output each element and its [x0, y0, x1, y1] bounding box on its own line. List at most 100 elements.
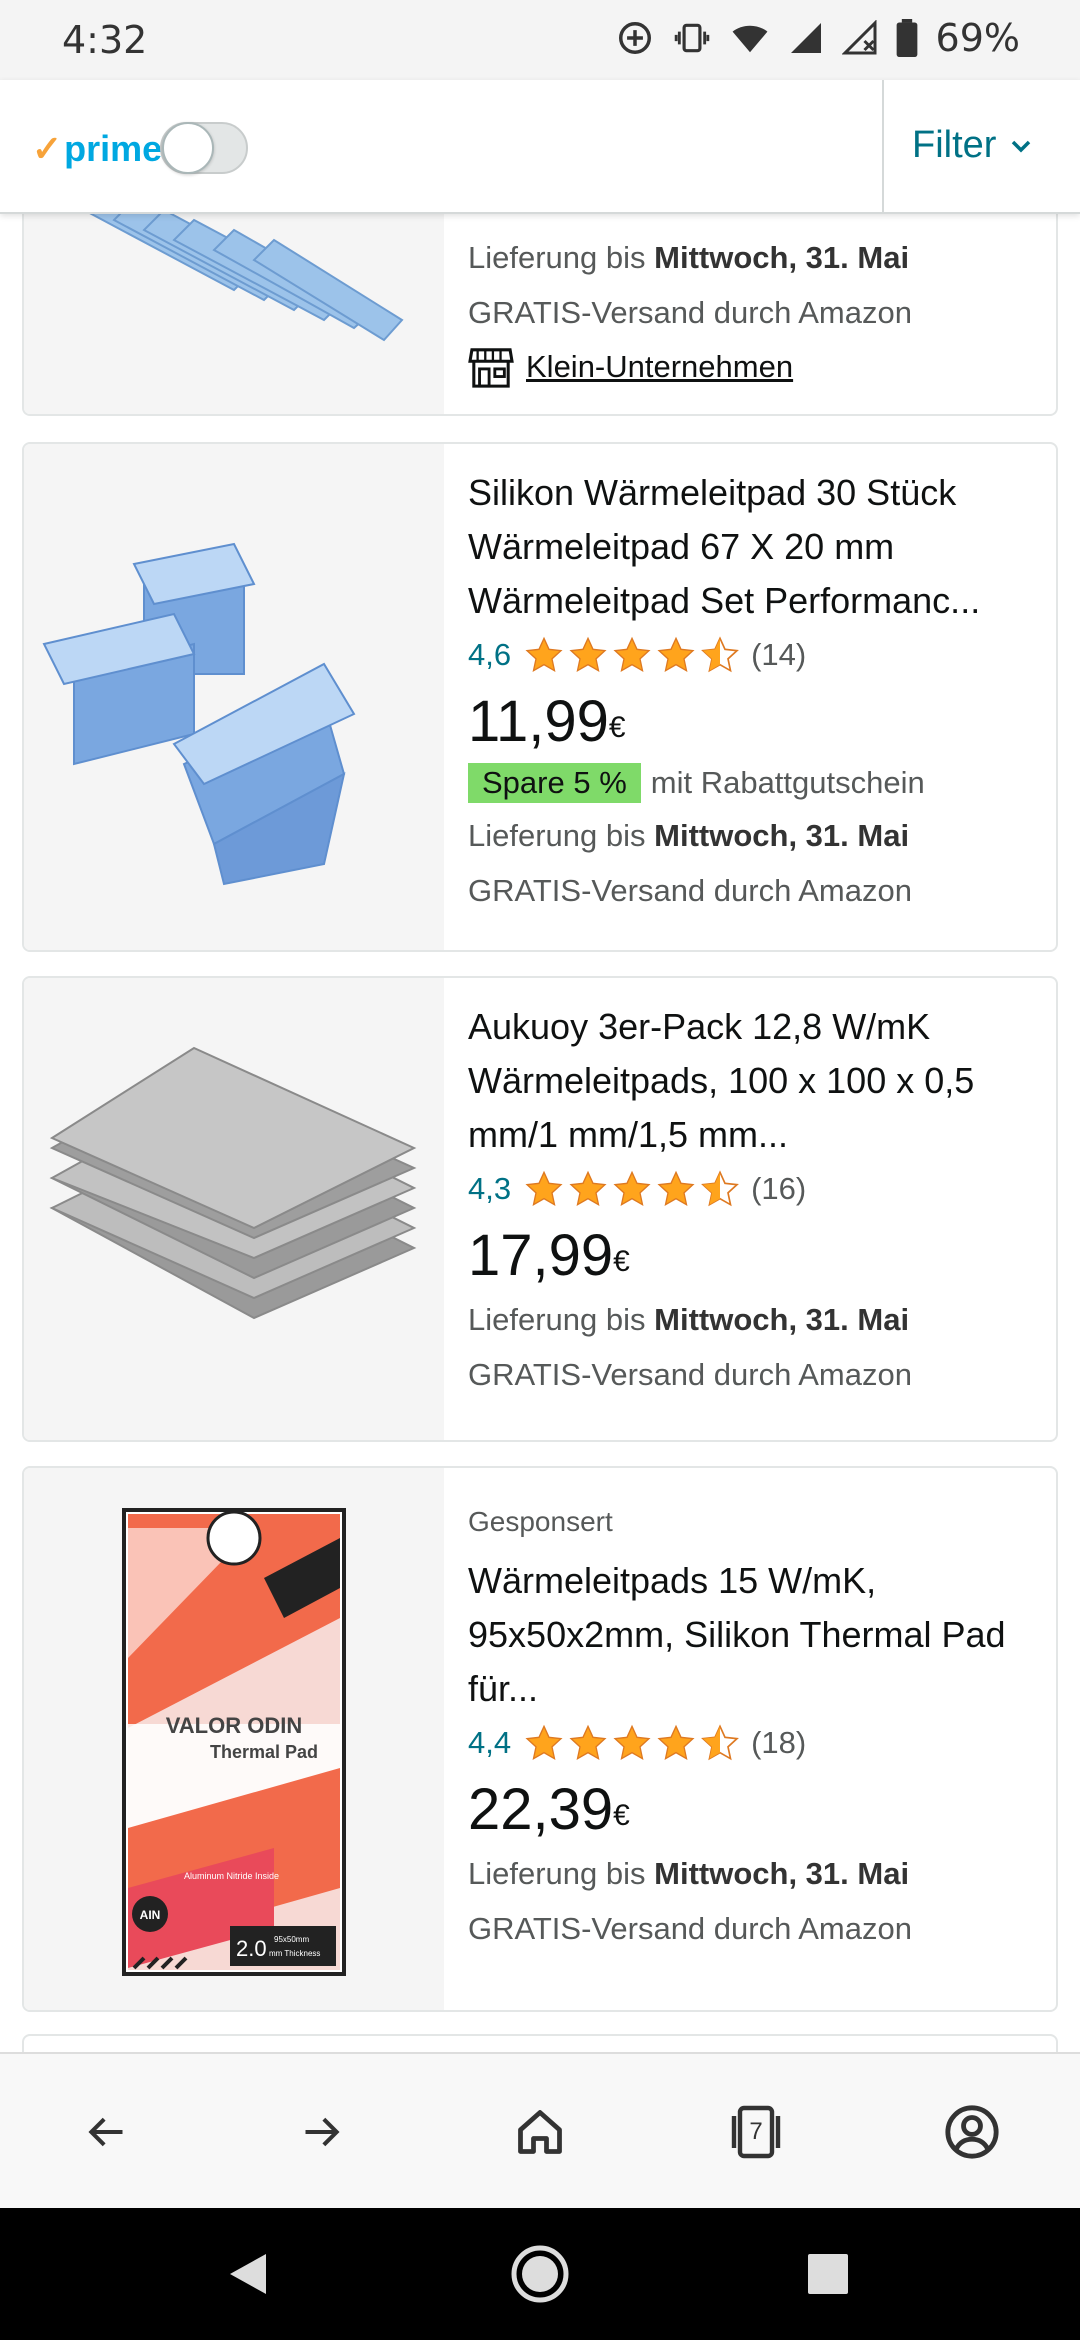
price: 22,39€ [468, 1774, 1036, 1846]
prime-logo: ✓ prime [32, 128, 162, 170]
back-arrow-icon [88, 2117, 123, 2147]
android-nav-bar [0, 2208, 1080, 2340]
review-count: (16) [751, 1171, 807, 1206]
review-count: (14) [751, 637, 807, 672]
star-full-icon [525, 1170, 563, 1206]
signal-no-data-icon [841, 20, 877, 55]
home-button[interactable] [508, 2100, 572, 2164]
browser-toolbar: 7 [0, 2052, 1080, 2208]
review-count: (18) [751, 1725, 807, 1760]
coupon-badge: Spare 5 % [468, 763, 641, 803]
shipping-text: GRATIS-Versand durch Amazon [468, 295, 912, 330]
star-full-icon [657, 1724, 695, 1760]
star-rating [523, 1723, 741, 1763]
rating-value: 4,6 [468, 637, 512, 672]
data-saver-icon [618, 22, 651, 54]
rating-row[interactable]: 4,6 (14) [468, 630, 1036, 680]
tab-count: 7 [749, 2118, 763, 2145]
star-full-icon [613, 636, 651, 672]
forward-button[interactable] [290, 2100, 354, 2164]
star-full-icon [525, 1724, 563, 1760]
star-half-icon [701, 1170, 740, 1207]
star-full-icon [525, 636, 563, 672]
star-full-icon [613, 1170, 651, 1206]
image-size-text: 95x50mm [274, 1935, 309, 1944]
image-brand-text: VALOR ODIN [166, 1713, 302, 1738]
price-amount: 22,39 [468, 1777, 614, 1842]
star-full-icon [569, 1170, 607, 1206]
star-rating [523, 635, 741, 675]
account-button[interactable] [940, 2100, 1004, 2164]
toggle-knob [162, 122, 214, 174]
divider [882, 80, 884, 212]
star-full-icon [657, 1170, 695, 1206]
filter-bar: ✓ prime Filter [0, 80, 1080, 214]
delivery-text: Lieferung bis Mittwoch, 31. Mai [468, 1856, 910, 1891]
back-triangle-icon[interactable] [226, 2250, 270, 2298]
prime-check-icon: ✓ [32, 128, 63, 169]
coupon-text: mit Rabattgutschein [650, 765, 925, 800]
tabs-button[interactable]: 7 [724, 2100, 788, 2164]
rating-row[interactable]: 4,4 (18) [468, 1718, 1036, 1768]
prime-toggle[interactable] [160, 122, 248, 174]
delivery-text: Lieferung bis Mittwoch, 31. Mai [468, 240, 910, 275]
filter-button[interactable]: Filter [912, 124, 1032, 167]
shipping-text: GRATIS-Versand durch Amazon [468, 873, 912, 908]
battery-icon [896, 19, 917, 57]
delivery-date: Mittwoch, 31. Mai [654, 1856, 910, 1891]
small-business-label: Klein-Unternehmen [526, 349, 794, 384]
sponsored-label[interactable]: Gesponsert [468, 1502, 1036, 1542]
image-thickness-text: 2.0 [236, 1936, 267, 1961]
signal-icon [790, 23, 821, 53]
small-business-link[interactable]: Klein-Unternehmen [468, 340, 1036, 394]
rating-row[interactable]: 4,3 (16) [468, 1164, 1036, 1214]
product-image[interactable] [24, 978, 444, 1440]
battery-percent: 69% [935, 16, 1020, 60]
price: 11,99€ [468, 686, 1036, 758]
price-currency: € [613, 1245, 630, 1278]
star-full-icon [569, 636, 607, 672]
product-image[interactable] [24, 444, 444, 950]
image-note-text: Aluminum Nitride Inside [184, 1871, 279, 1881]
star-half-icon [701, 1724, 740, 1761]
rating-value: 4,4 [468, 1725, 512, 1760]
status-time: 4:32 [62, 18, 148, 62]
status-bar: 4:32 69% [0, 0, 1080, 80]
product-title[interactable]: Wärmeleitpads 15 W/mK, 95x50x2mm, Siliko… [468, 1554, 1036, 1716]
image-product-text: Thermal Pad [210, 1742, 318, 1762]
chevron-down-icon [1012, 140, 1031, 152]
back-button[interactable] [74, 2100, 138, 2164]
product-title[interactable]: Aukuoy 3er-Pack 12,8 W/mK Wärmeleitpads,… [468, 1000, 1036, 1162]
price-amount: 11,99 [468, 689, 609, 754]
delivery-date: Mittwoch, 31. Mai [654, 818, 910, 853]
coupon-row: Spare 5 % mit Rabattgutschein [468, 758, 1036, 808]
shipping-text: GRATIS-Versand durch Amazon [468, 1911, 912, 1946]
price-currency: € [608, 711, 626, 744]
product-image[interactable]: VALOR ODIN Thermal Pad Aluminum Nitride … [24, 1468, 444, 2010]
product-card[interactable]: VALOR ODIN Thermal Pad Aluminum Nitride … [22, 1466, 1058, 2012]
storefront-icon [468, 348, 514, 388]
star-full-icon [657, 636, 695, 672]
status-icons: 69% [616, 16, 1020, 60]
delivery-date: Mittwoch, 31. Mai [654, 240, 910, 275]
recents-square-icon[interactable] [806, 2252, 850, 2296]
product-card[interactable]: Silikon Wärmeleitpad 30 Stück Wärmeleitp… [22, 442, 1058, 952]
product-title[interactable]: Silikon Wärmeleitpad 30 Stück Wärmeleitp… [468, 466, 1036, 628]
star-full-icon [613, 1724, 651, 1760]
filter-label: Filter [912, 124, 997, 166]
image-thickness-unit-text: mm Thickness [269, 1949, 320, 1958]
star-rating [523, 1169, 741, 1209]
star-full-icon [569, 1724, 607, 1760]
product-card[interactable]: Aukuoy 3er-Pack 12,8 W/mK Wärmeleitpads,… [22, 976, 1058, 1442]
delivery-date: Mittwoch, 31. Mai [654, 1302, 910, 1337]
delivery-text: Lieferung bis Mittwoch, 31. Mai [468, 818, 910, 853]
price: 17,99€ [468, 1220, 1036, 1292]
price-currency: € [613, 1799, 630, 1832]
shipping-text: GRATIS-Versand durch Amazon [468, 1357, 912, 1392]
home-circle-icon[interactable] [510, 2244, 570, 2304]
rating-value: 4,3 [468, 1171, 512, 1206]
forward-arrow-icon [305, 2117, 340, 2147]
star-half-icon [701, 636, 740, 673]
vibrate-icon [674, 23, 709, 53]
delivery-text: Lieferung bis Mittwoch, 31. Mai [468, 1302, 910, 1337]
